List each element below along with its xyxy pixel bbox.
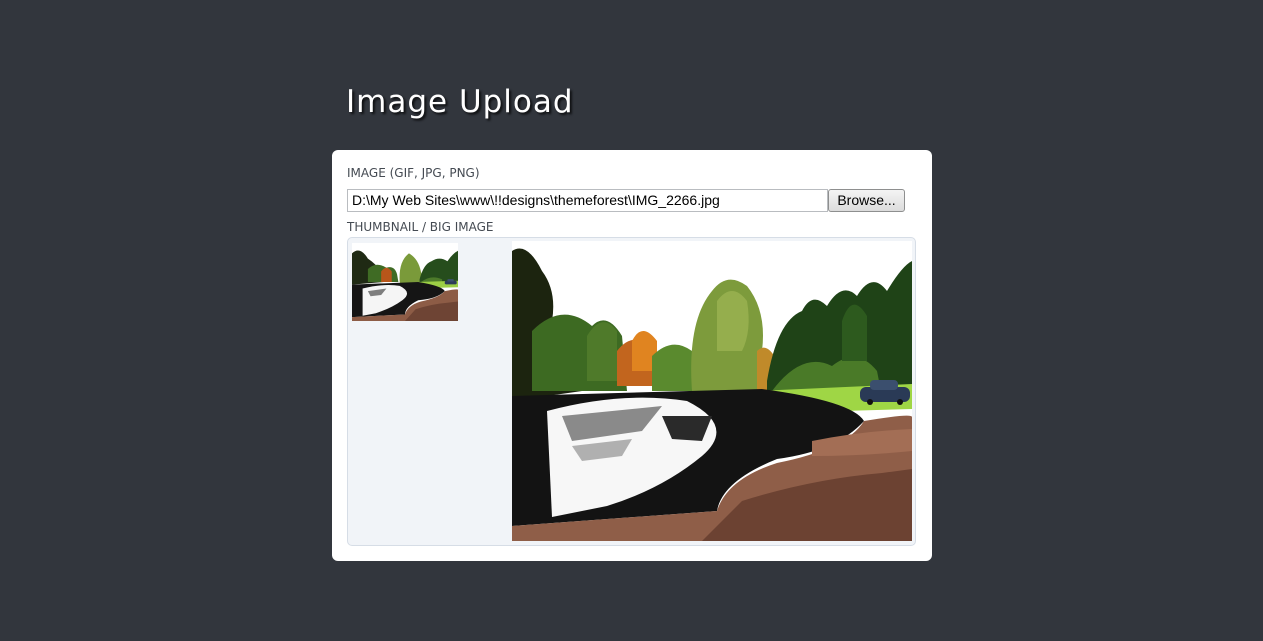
lake-thumbnail-picture [352,243,458,321]
image-preview-area [347,237,916,546]
big-image[interactable] [512,241,912,541]
preview-label: THUMBNAIL / BIG IMAGE [347,220,494,234]
image-field-label: IMAGE (GIF, JPG, PNG) [347,166,480,180]
upload-panel: IMAGE (GIF, JPG, PNG) D:\My Web Sites\ww… [332,150,932,561]
page-title: Image Upload [346,84,574,120]
browse-button[interactable]: Browse... [828,189,905,212]
thumbnail-image[interactable] [352,243,458,321]
file-path-input[interactable]: D:\My Web Sites\www\!!designs\themefores… [347,189,828,212]
lake-big-picture [512,241,912,541]
